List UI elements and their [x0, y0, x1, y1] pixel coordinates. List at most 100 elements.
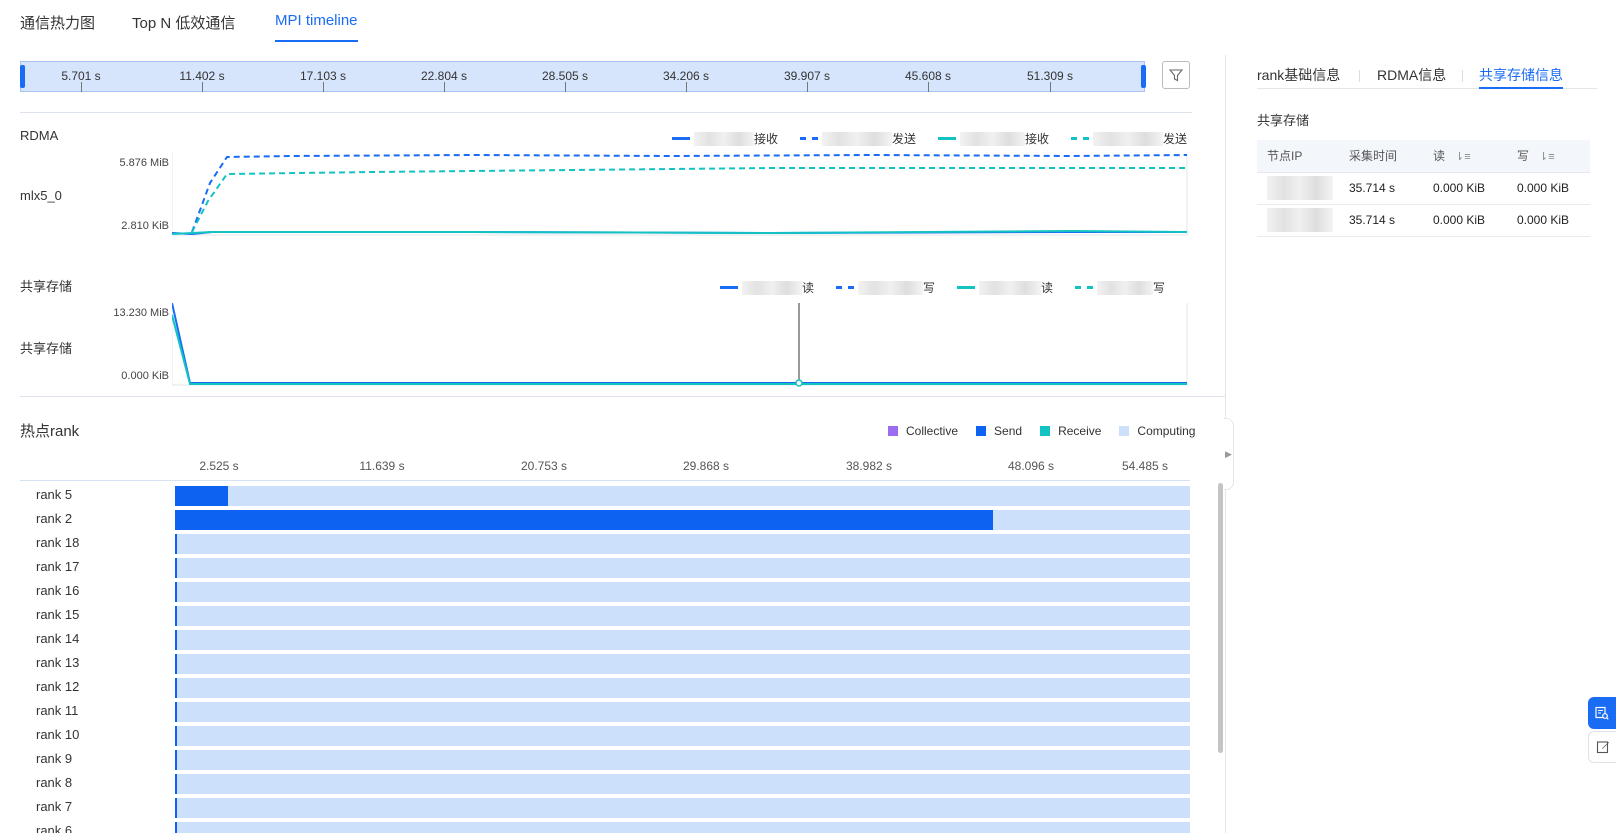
sort-icon[interactable]: ⇂≡	[1455, 151, 1471, 163]
send-bar[interactable]	[175, 678, 177, 698]
computing-bar[interactable]	[175, 510, 1190, 530]
send-bar[interactable]	[175, 534, 177, 554]
axis-tick-label: 48.096 s	[1007, 459, 1055, 473]
rank-row[interactable]: rank 10	[0, 726, 1195, 746]
rank-row[interactable]: rank 2	[0, 510, 1195, 530]
rank-label: rank 18	[36, 535, 80, 550]
rank-row[interactable]: rank 7	[0, 798, 1195, 818]
rank-label: rank 10	[36, 727, 80, 742]
legend-item[interactable]: 写	[836, 279, 935, 296]
rank-label: rank 14	[36, 631, 80, 646]
sort-icon[interactable]: ⇂≡	[1539, 151, 1555, 163]
legend-item[interactable]: 发送	[800, 130, 916, 147]
time-range-slider[interactable]: 5.701 s 11.402 s 17.103 s 22.804 s 28.505 s3…	[20, 61, 1146, 92]
rank-row[interactable]: rank 11	[0, 702, 1195, 722]
column-header-read[interactable]: 读 ⇂≡	[1423, 140, 1507, 173]
send-bar[interactable]	[175, 510, 993, 530]
tab-mpi-timeline[interactable]: MPI timeline	[275, 12, 358, 42]
legend-receive[interactable]: Receive	[1040, 424, 1101, 438]
range-start-handle[interactable]	[20, 65, 25, 88]
computing-bar[interactable]	[175, 654, 1190, 674]
send-bar[interactable]	[175, 774, 177, 794]
tab-shared-storage-info[interactable]: 共享存储信息	[1479, 65, 1563, 89]
rank-label: rank 9	[36, 751, 73, 766]
range-tick-mark	[1050, 82, 1051, 92]
send-bar[interactable]	[175, 798, 177, 818]
rank-row[interactable]: rank 13	[0, 654, 1195, 674]
legend-item[interactable]: 接收	[938, 130, 1049, 147]
rank-label: rank 5	[36, 487, 73, 502]
legend-item[interactable]: 发送	[1071, 130, 1187, 147]
rank-row[interactable]: rank 18	[0, 534, 1195, 554]
tab-heatmap[interactable]: 通信热力图	[20, 12, 95, 42]
range-tick-mark	[323, 82, 324, 92]
computing-bar[interactable]	[175, 486, 1190, 506]
rdma-y-max: 5.876 MiB	[119, 157, 169, 169]
table-header-row: 节点IP 采集时间 读 ⇂≡ 写 ⇂≡	[1257, 140, 1590, 173]
tab-top-n[interactable]: Top N 低效通信	[132, 12, 235, 42]
filter-button[interactable]	[1162, 61, 1190, 89]
computing-bar[interactable]	[175, 822, 1190, 833]
rank-row[interactable]: rank 15	[0, 606, 1195, 626]
rank-label: rank 6	[36, 823, 73, 833]
storage-title: 共享存储	[20, 279, 73, 294]
range-end-handle[interactable]	[1141, 65, 1146, 88]
collapse-panel-button[interactable]: ▶	[1224, 418, 1234, 490]
rank-row[interactable]: rank 8	[0, 774, 1195, 794]
storage-series-1	[172, 303, 1187, 384]
storage-chart	[172, 303, 1188, 387]
send-bar[interactable]	[175, 582, 177, 602]
legend-collective[interactable]: Collective	[888, 424, 958, 438]
edit-button[interactable]	[1588, 731, 1616, 763]
legend-item[interactable]: 写	[1075, 279, 1165, 296]
computing-bar[interactable]	[175, 606, 1190, 626]
send-bar[interactable]	[175, 486, 228, 506]
shared-storage-title: 共享存储	[1257, 113, 1310, 128]
rank-label: rank 7	[36, 799, 73, 814]
rank-row[interactable]: rank 6	[0, 822, 1195, 833]
computing-bar[interactable]	[175, 630, 1190, 650]
rank-row[interactable]: rank 5	[0, 486, 1195, 506]
send-bar[interactable]	[175, 822, 177, 833]
rdma-series-2	[191, 167, 1187, 233]
tab-rank-info[interactable]: rank基础信息	[1257, 65, 1340, 89]
send-bar[interactable]	[175, 630, 177, 650]
rank-row[interactable]: rank 9	[0, 750, 1195, 770]
legend-computing[interactable]: Computing	[1119, 424, 1195, 438]
computing-bar[interactable]	[175, 678, 1190, 698]
table-row[interactable]: 35.714 s 0.000 KiB 0.000 KiB	[1257, 204, 1590, 237]
send-bar[interactable]	[175, 750, 177, 770]
table-row[interactable]: 35.714 s 0.000 KiB 0.000 KiB	[1257, 172, 1590, 205]
computing-bar[interactable]	[175, 558, 1190, 578]
computing-bar[interactable]	[175, 798, 1190, 818]
send-bar[interactable]	[175, 702, 177, 722]
rank-label: rank 2	[36, 511, 73, 526]
send-bar[interactable]	[175, 654, 177, 674]
send-bar[interactable]	[175, 726, 177, 746]
legend-item[interactable]: 读	[720, 279, 814, 296]
computing-bar[interactable]	[175, 750, 1190, 770]
node-ip-cell	[1257, 172, 1339, 205]
rank-label: rank 16	[36, 583, 80, 598]
send-bar[interactable]	[175, 606, 177, 626]
vertical-scrollbar[interactable]	[1218, 483, 1223, 753]
computing-bar[interactable]	[175, 726, 1190, 746]
send-bar[interactable]	[175, 558, 177, 578]
computing-bar[interactable]	[175, 702, 1190, 722]
rank-row[interactable]: rank 16	[0, 582, 1195, 602]
tab-rdma-info[interactable]: RDMA信息	[1377, 65, 1446, 89]
legend-send[interactable]: Send	[976, 424, 1022, 438]
range-tick-mark	[202, 82, 203, 92]
computing-bar[interactable]	[175, 774, 1190, 794]
rank-row[interactable]: rank 14	[0, 630, 1195, 650]
legend-item[interactable]: 读	[957, 279, 1053, 296]
legend-item[interactable]: 接收	[672, 130, 778, 147]
rdma-title: RDMA	[20, 128, 59, 143]
computing-bar[interactable]	[175, 582, 1190, 602]
range-tick-mark	[686, 82, 687, 92]
rank-row[interactable]: rank 12	[0, 678, 1195, 698]
computing-bar[interactable]	[175, 534, 1190, 554]
rank-row[interactable]: rank 17	[0, 558, 1195, 578]
column-header-write[interactable]: 写 ⇂≡	[1507, 140, 1590, 173]
search-list-button[interactable]	[1588, 697, 1616, 729]
